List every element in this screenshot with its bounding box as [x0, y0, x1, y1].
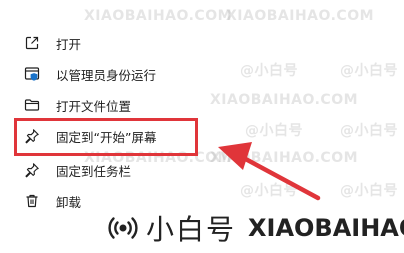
brand-name: 小白号 [146, 213, 237, 246]
signal-logo-icon [106, 211, 140, 245]
brand-domain: XIAOBAIHAO.COM [248, 214, 404, 242]
brand-footer: 小白号 XIAOBAIHAO.COM [106, 206, 404, 250]
